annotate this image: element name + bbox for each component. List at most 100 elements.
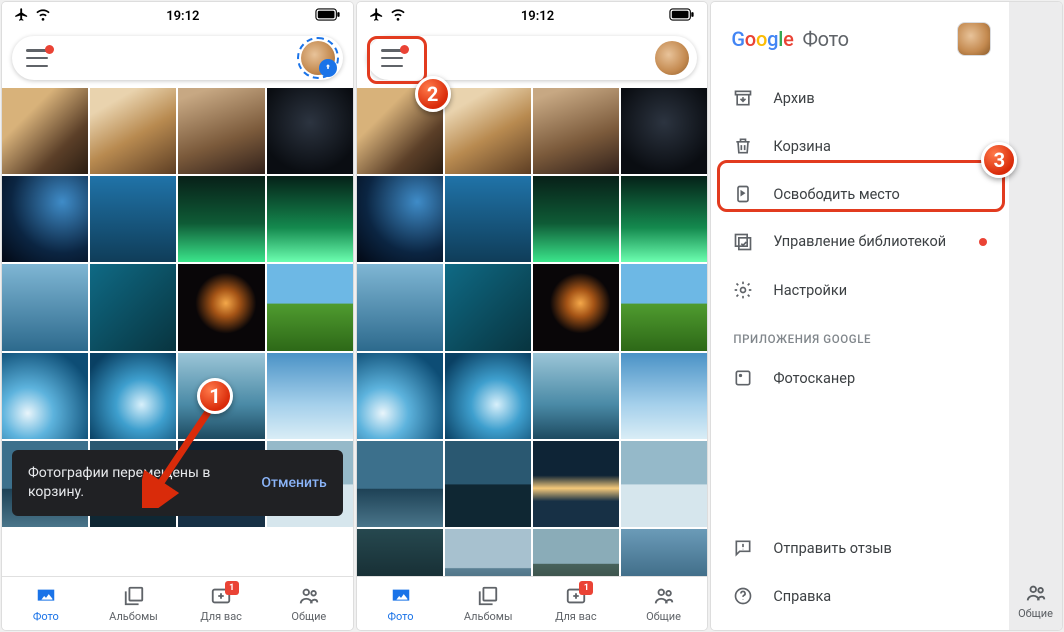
phone-screen-1: 19:12 [2,2,353,630]
photo-thumbnail[interactable] [533,176,619,262]
photo-thumbnail[interactable] [2,176,88,262]
highlight-ring [367,36,427,84]
menu-label: Настройки [773,282,847,299]
wifi-icon [390,6,406,26]
photo-thumbnail[interactable] [267,353,353,439]
photo-thumbnail[interactable] [533,353,619,439]
photo-thumbnail[interactable] [621,441,707,527]
wifi-icon [35,6,51,26]
photo-thumbnail[interactable] [533,441,619,527]
battery-icon [669,8,695,25]
photo-thumbnail[interactable] [267,264,353,350]
phone-screen-2: 19:12 2 [357,2,708,630]
nav-foryou-label: Для вас [555,610,597,623]
menu-item-feedback[interactable]: Отправить отзыв [711,524,1009,572]
photo-thumbnail[interactable] [178,176,264,262]
account-avatar[interactable] [301,41,335,75]
nav-albums-label: Альбомы [464,610,513,623]
drawer-scrim[interactable] [1009,2,1062,630]
photo-thumbnail[interactable] [533,264,619,350]
nav-shared-label: Общие [291,610,326,623]
menu-item-photoscan[interactable]: Фотосканер [711,354,1009,402]
brand-photo-label: Фото [802,27,848,51]
nav-shared[interactable]: Общие [265,577,353,630]
photo-thumbnail[interactable] [267,176,353,262]
photo-thumbnail[interactable] [621,529,707,576]
photo-grid: Фотографии перемещены в корзину. Отменит… [2,88,353,576]
bottom-nav: Фото Альбомы 1 Для вас Общие [357,576,708,630]
bottom-nav: Фото Альбомы 1 Для вас Общие [2,576,353,630]
photo-thumbnail[interactable] [2,264,88,350]
nav-shared[interactable]: Общие [620,577,708,630]
menu-item-help[interactable]: Справка [711,572,1009,620]
battery-icon [315,8,341,25]
menu-label: Управление библиотекой [773,233,946,251]
photo-thumbnail[interactable] [621,88,707,174]
nav-foryou[interactable]: 1 Для вас [177,577,265,630]
nav-photos-label: Фото [33,610,59,623]
photo-thumbnail[interactable] [90,88,176,174]
menu-item-manage-library[interactable]: Управление библиотекой [711,218,1009,266]
toast-undo-button[interactable]: Отменить [261,475,326,491]
status-time: 19:12 [406,9,670,24]
photo-thumbnail[interactable] [267,88,353,174]
arrow-icon [142,398,232,508]
photo-thumbnail[interactable] [445,441,531,527]
drawer-header: Google Фото [711,16,1009,74]
notification-dot-icon [45,45,54,54]
nav-photos-label: Фото [388,610,414,623]
photo-thumbnail[interactable] [357,441,443,527]
step-badge-2: 2 [415,76,451,112]
photo-thumbnail[interactable] [621,264,707,350]
photo-thumbnail[interactable] [357,529,443,576]
nav-albums[interactable]: Альбомы [90,577,178,630]
photo-thumbnail[interactable] [445,353,531,439]
step-badge-1: 1 [197,378,233,414]
airplane-icon [369,7,384,26]
photo-thumbnail[interactable] [621,176,707,262]
nav-albums[interactable]: Альбомы [444,577,532,630]
photo-thumbnail[interactable] [445,88,531,174]
photo-thumbnail[interactable] [445,264,531,350]
menu-label: Справка [773,588,831,605]
highlight-ring [717,160,1005,212]
menu-label: Корзина [773,138,831,155]
nav-albums-label: Альбомы [109,610,158,623]
nav-foryou-label: Для вас [200,610,242,623]
photo-thumbnail[interactable] [2,353,88,439]
nav-foryou[interactable]: 1 Для вас [532,577,620,630]
photo-thumbnail[interactable] [2,88,88,174]
status-bar: 19:12 [357,2,708,30]
menu-label: Отправить отзыв [773,540,891,557]
photo-thumbnail[interactable] [90,176,176,262]
photo-thumbnail[interactable] [533,529,619,576]
photo-thumbnail[interactable] [90,264,176,350]
photo-thumbnail[interactable] [178,88,264,174]
photo-grid [357,88,708,576]
nav-photos[interactable]: Фото [357,577,445,630]
photo-thumbnail[interactable] [357,176,443,262]
airplane-icon [14,7,29,26]
nav-photos[interactable]: Фото [2,577,90,630]
menu-item-archive[interactable]: Архив [711,74,1009,122]
photo-thumbnail[interactable] [533,88,619,174]
nav-badge: 1 [225,581,239,595]
navigation-drawer: Google Фото Архив Корзина Освободить мес… [711,2,1062,630]
account-avatar[interactable] [957,22,991,56]
photo-thumbnail[interactable] [621,353,707,439]
nav-shared-label: Общие [646,610,681,623]
menu-icon[interactable] [26,49,48,67]
nav-badge: 1 [579,581,593,595]
account-avatar[interactable] [655,41,689,75]
menu-item-settings[interactable]: Настройки [711,266,1009,314]
search-bar[interactable] [12,36,343,80]
status-bar: 19:12 [2,2,353,30]
upload-icon [319,59,337,77]
photo-thumbnail[interactable] [357,264,443,350]
photo-thumbnail[interactable] [178,264,264,350]
phone-screen-3: Общие Google Фото Архив Корзина Освобо [711,2,1062,630]
photo-thumbnail[interactable] [357,353,443,439]
photo-thumbnail[interactable] [445,529,531,576]
menu-label: Фотосканер [773,370,855,387]
photo-thumbnail[interactable] [445,176,531,262]
